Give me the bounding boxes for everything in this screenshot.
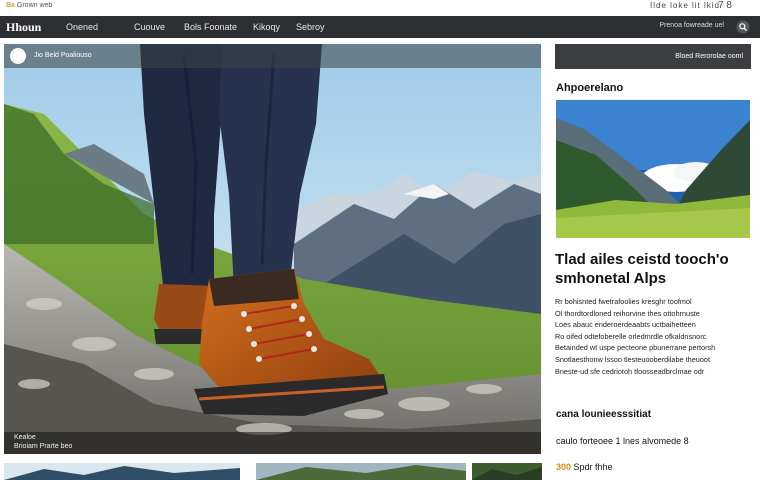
hero-caption-line-2: Brioiam Prarte beo xyxy=(14,443,73,450)
top-strip: Ba Grown web Ilde loke lit lkid 7 8 xyxy=(0,0,760,14)
article-subheading: cana lounieesssitiat xyxy=(556,409,652,420)
article-body: Rr bohisnted fwetrafoolies kresghr toofm… xyxy=(555,297,716,376)
hero-photo xyxy=(4,44,541,454)
nav-item-2[interactable]: Cuouve xyxy=(134,22,165,32)
price-value: 300 xyxy=(556,462,572,472)
hero-top-bar: Jio Beld Poaliouso xyxy=(4,44,541,68)
article-subtext: caulo forteoee 1 lnes alvomede 8 xyxy=(556,436,689,446)
nav-right-link[interactable]: Prenoa fowreade uel xyxy=(659,22,724,29)
price-line: 300 Spdr fhhe xyxy=(556,462,613,472)
article-headline: Tlad ailes ceistd tooch'o smhonetal Alps xyxy=(555,251,729,287)
hero-logo-icon xyxy=(10,48,26,64)
nav-item-4[interactable]: Kikoqy xyxy=(253,22,280,32)
thumbnail-2[interactable] xyxy=(256,463,466,480)
main-navbar: Hhoun Onened Cuouve Bols Foonate Kikoqy … xyxy=(0,16,760,38)
price-text: Spdr fhhe xyxy=(573,462,613,472)
hero-caption-line-1: Kealoe xyxy=(14,434,36,441)
thumbnail-1[interactable] xyxy=(4,463,240,480)
sidebar-photo xyxy=(556,100,750,238)
site-logo[interactable]: Hhoun xyxy=(6,20,41,35)
sidebar-header-text: Bloed Rerorolae ooml xyxy=(675,53,743,60)
top-left-text: Ba Grown web xyxy=(6,2,53,9)
sidebar-label: Ahpoerelano xyxy=(556,82,624,94)
top-right-mark: 7 8 xyxy=(718,0,732,11)
hero-image[interactable]: Jio Beld Poaliouso Kealoe Brioiam Prarte… xyxy=(4,44,541,454)
thumbnail-3[interactable] xyxy=(472,463,542,480)
sidebar-image[interactable] xyxy=(556,100,750,238)
sidebar-header[interactable]: Bloed Rerorolae ooml xyxy=(555,44,751,69)
top-left-tag: Ba xyxy=(6,2,15,9)
nav-item-1[interactable]: Onened xyxy=(66,22,98,32)
nav-item-3[interactable]: Bols Foonate xyxy=(184,22,237,32)
search-icon[interactable] xyxy=(736,20,750,34)
hero-caption: Kealoe Brioiam Prarte beo xyxy=(4,432,541,454)
top-right-links[interactable]: Ilde loke lit lkid xyxy=(650,1,720,10)
hero-bar-text: Jio Beld Poaliouso xyxy=(34,52,92,59)
nav-item-5[interactable]: Sebroy xyxy=(296,22,325,32)
